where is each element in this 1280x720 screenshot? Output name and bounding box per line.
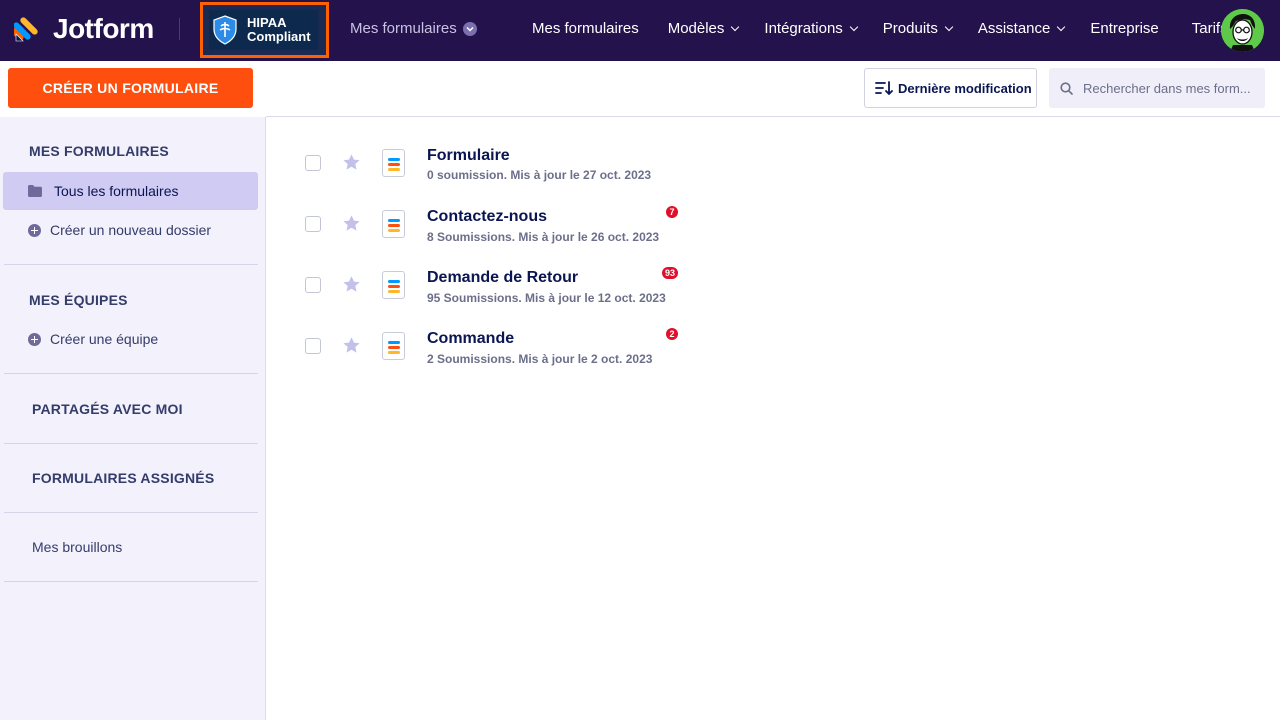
nav-divider <box>179 18 180 40</box>
nav-enterprise-label: Entreprise <box>1090 20 1159 37</box>
form-icon <box>382 332 405 360</box>
unread-submissions-badge: 2 <box>666 328 678 340</box>
drafts-link[interactable]: Mes brouillons <box>32 539 122 555</box>
create-folder-link[interactable]: Créer un nouveau dossier <box>28 222 211 238</box>
form-select-checkbox[interactable] <box>305 277 321 293</box>
form-icon <box>382 271 405 299</box>
sidebar-top-area: CRÉER UN FORMULAIRE <box>0 61 266 117</box>
assigned-forms-link[interactable]: FORMULAIRES ASSIGNÉS <box>32 470 214 486</box>
unread-submissions-badge: 93 <box>662 267 679 279</box>
my-forms-dropdown-label: Mes formulaires <box>350 20 457 37</box>
hipaa-shield-icon <box>213 15 237 45</box>
chevron-down-icon <box>849 22 859 32</box>
forms-toolbar: Dernière modification <box>266 61 1280 117</box>
form-select-checkbox[interactable] <box>305 338 321 354</box>
create-team-label: Créer une équipe <box>50 331 159 347</box>
jotform-logo[interactable]: Jotform <box>11 12 154 46</box>
sidebar-divider <box>4 443 258 444</box>
sidebar-divider <box>4 373 258 374</box>
form-title[interactable]: Commande <box>427 330 514 348</box>
top-navigation-bar: Jotform HIPAA Compliant Mes formulaires … <box>0 0 1280 61</box>
hipaa-compliant-badge[interactable]: HIPAA Compliant <box>200 2 329 58</box>
search-box <box>1049 68 1265 108</box>
sidebar-divider <box>4 581 258 582</box>
star-icon[interactable] <box>342 153 361 172</box>
main-nav: Mes formulaires Modèles Intégrations Pro… <box>532 20 1228 37</box>
form-list-item[interactable]: 7 Contactez-nous 8 Soumissions. Mis à jo… <box>266 194 1280 254</box>
sort-button[interactable]: Dernière modification <box>864 68 1037 108</box>
nav-support-label: Assistance <box>977 20 1051 37</box>
folder-icon <box>28 185 42 197</box>
shared-with-me-link[interactable]: PARTAGÉS AVEC MOI <box>32 401 183 417</box>
form-select-checkbox[interactable] <box>305 216 321 232</box>
nav-support[interactable]: Assistance <box>977 20 1066 37</box>
hipaa-line1: HIPAA <box>247 15 287 30</box>
jotform-logo-icon <box>11 15 40 43</box>
plus-circle-icon <box>28 332 41 346</box>
create-folder-label: Créer un nouveau dossier <box>50 222 212 238</box>
form-list-item[interactable]: 93 Demande de Retour 95 Soumissions. Mis… <box>266 255 1280 315</box>
brand-name: Jotform <box>53 13 154 44</box>
create-team-link[interactable]: Créer une équipe <box>28 331 158 347</box>
form-subtitle: 8 Soumissions. Mis à jour le 26 oct. 202… <box>427 230 660 244</box>
all-forms-label: Tous les formulaires <box>54 183 179 199</box>
nav-products-label: Produits <box>882 20 938 37</box>
sidebar-item-all-forms[interactable]: Tous les formulaires <box>3 172 258 210</box>
star-icon[interactable] <box>342 336 361 355</box>
nav-my-forms-label: Mes formulaires <box>532 20 639 37</box>
plus-circle-icon <box>28 223 41 237</box>
nav-products[interactable]: Produits <box>882 20 954 37</box>
nav-templates-label: Modèles <box>667 20 725 37</box>
chevron-down-icon <box>944 22 954 32</box>
star-icon[interactable] <box>342 275 361 294</box>
hipaa-line2: Compliant <box>247 29 311 44</box>
my-teams-section-title: MES ÉQUIPES <box>29 292 128 308</box>
sidebar-divider <box>4 264 258 265</box>
form-list-item[interactable]: Formulaire 0 soumission. Mis à jour le 2… <box>266 133 1280 193</box>
form-title[interactable]: Formulaire <box>427 147 510 165</box>
form-list-item[interactable]: 2 Commande 2 Soumissions. Mis à jour le … <box>266 316 1280 376</box>
nav-integrations[interactable]: Intégrations <box>764 20 859 37</box>
sort-label: Dernière modification <box>898 80 1032 96</box>
avatar[interactable] <box>1221 9 1264 52</box>
form-title[interactable]: Demande de Retour <box>427 269 578 287</box>
star-icon[interactable] <box>342 214 361 233</box>
nav-templates[interactable]: Modèles <box>667 20 740 37</box>
create-form-button[interactable]: CRÉER UN FORMULAIRE <box>8 68 253 108</box>
form-title[interactable]: Contactez-nous <box>427 208 547 226</box>
nav-my-forms[interactable]: Mes formulaires <box>532 20 639 37</box>
form-subtitle: 0 soumission. Mis à jour le 27 oct. 2023 <box>427 168 652 182</box>
my-forms-section-title: MES FORMULAIRES <box>29 143 169 159</box>
drafts-label: Mes brouillons <box>32 539 123 555</box>
nav-integrations-label: Intégrations <box>764 20 843 37</box>
hipaa-badge-inner: HIPAA Compliant <box>209 10 318 50</box>
form-subtitle: 2 Soumissions. Mis à jour le 2 oct. 2023 <box>427 352 653 366</box>
form-select-checkbox[interactable] <box>305 155 321 171</box>
form-icon <box>382 210 405 238</box>
chevron-down-icon <box>1057 22 1066 32</box>
sort-icon <box>875 81 893 95</box>
nav-enterprise[interactable]: Entreprise <box>1090 20 1158 37</box>
search-icon <box>1060 81 1073 95</box>
chevron-down-icon <box>731 22 740 32</box>
sidebar: CRÉER UN FORMULAIRE MES FORMULAIRES Tous… <box>0 61 266 720</box>
unread-submissions-badge: 7 <box>666 206 678 218</box>
form-subtitle: 95 Soumissions. Mis à jour le 12 oct. 20… <box>427 291 666 305</box>
sidebar-divider <box>4 512 258 513</box>
search-input[interactable] <box>1083 80 1253 96</box>
my-forms-dropdown[interactable]: Mes formulaires <box>350 20 477 37</box>
form-icon <box>382 149 405 177</box>
chevron-down-icon <box>462 21 477 36</box>
